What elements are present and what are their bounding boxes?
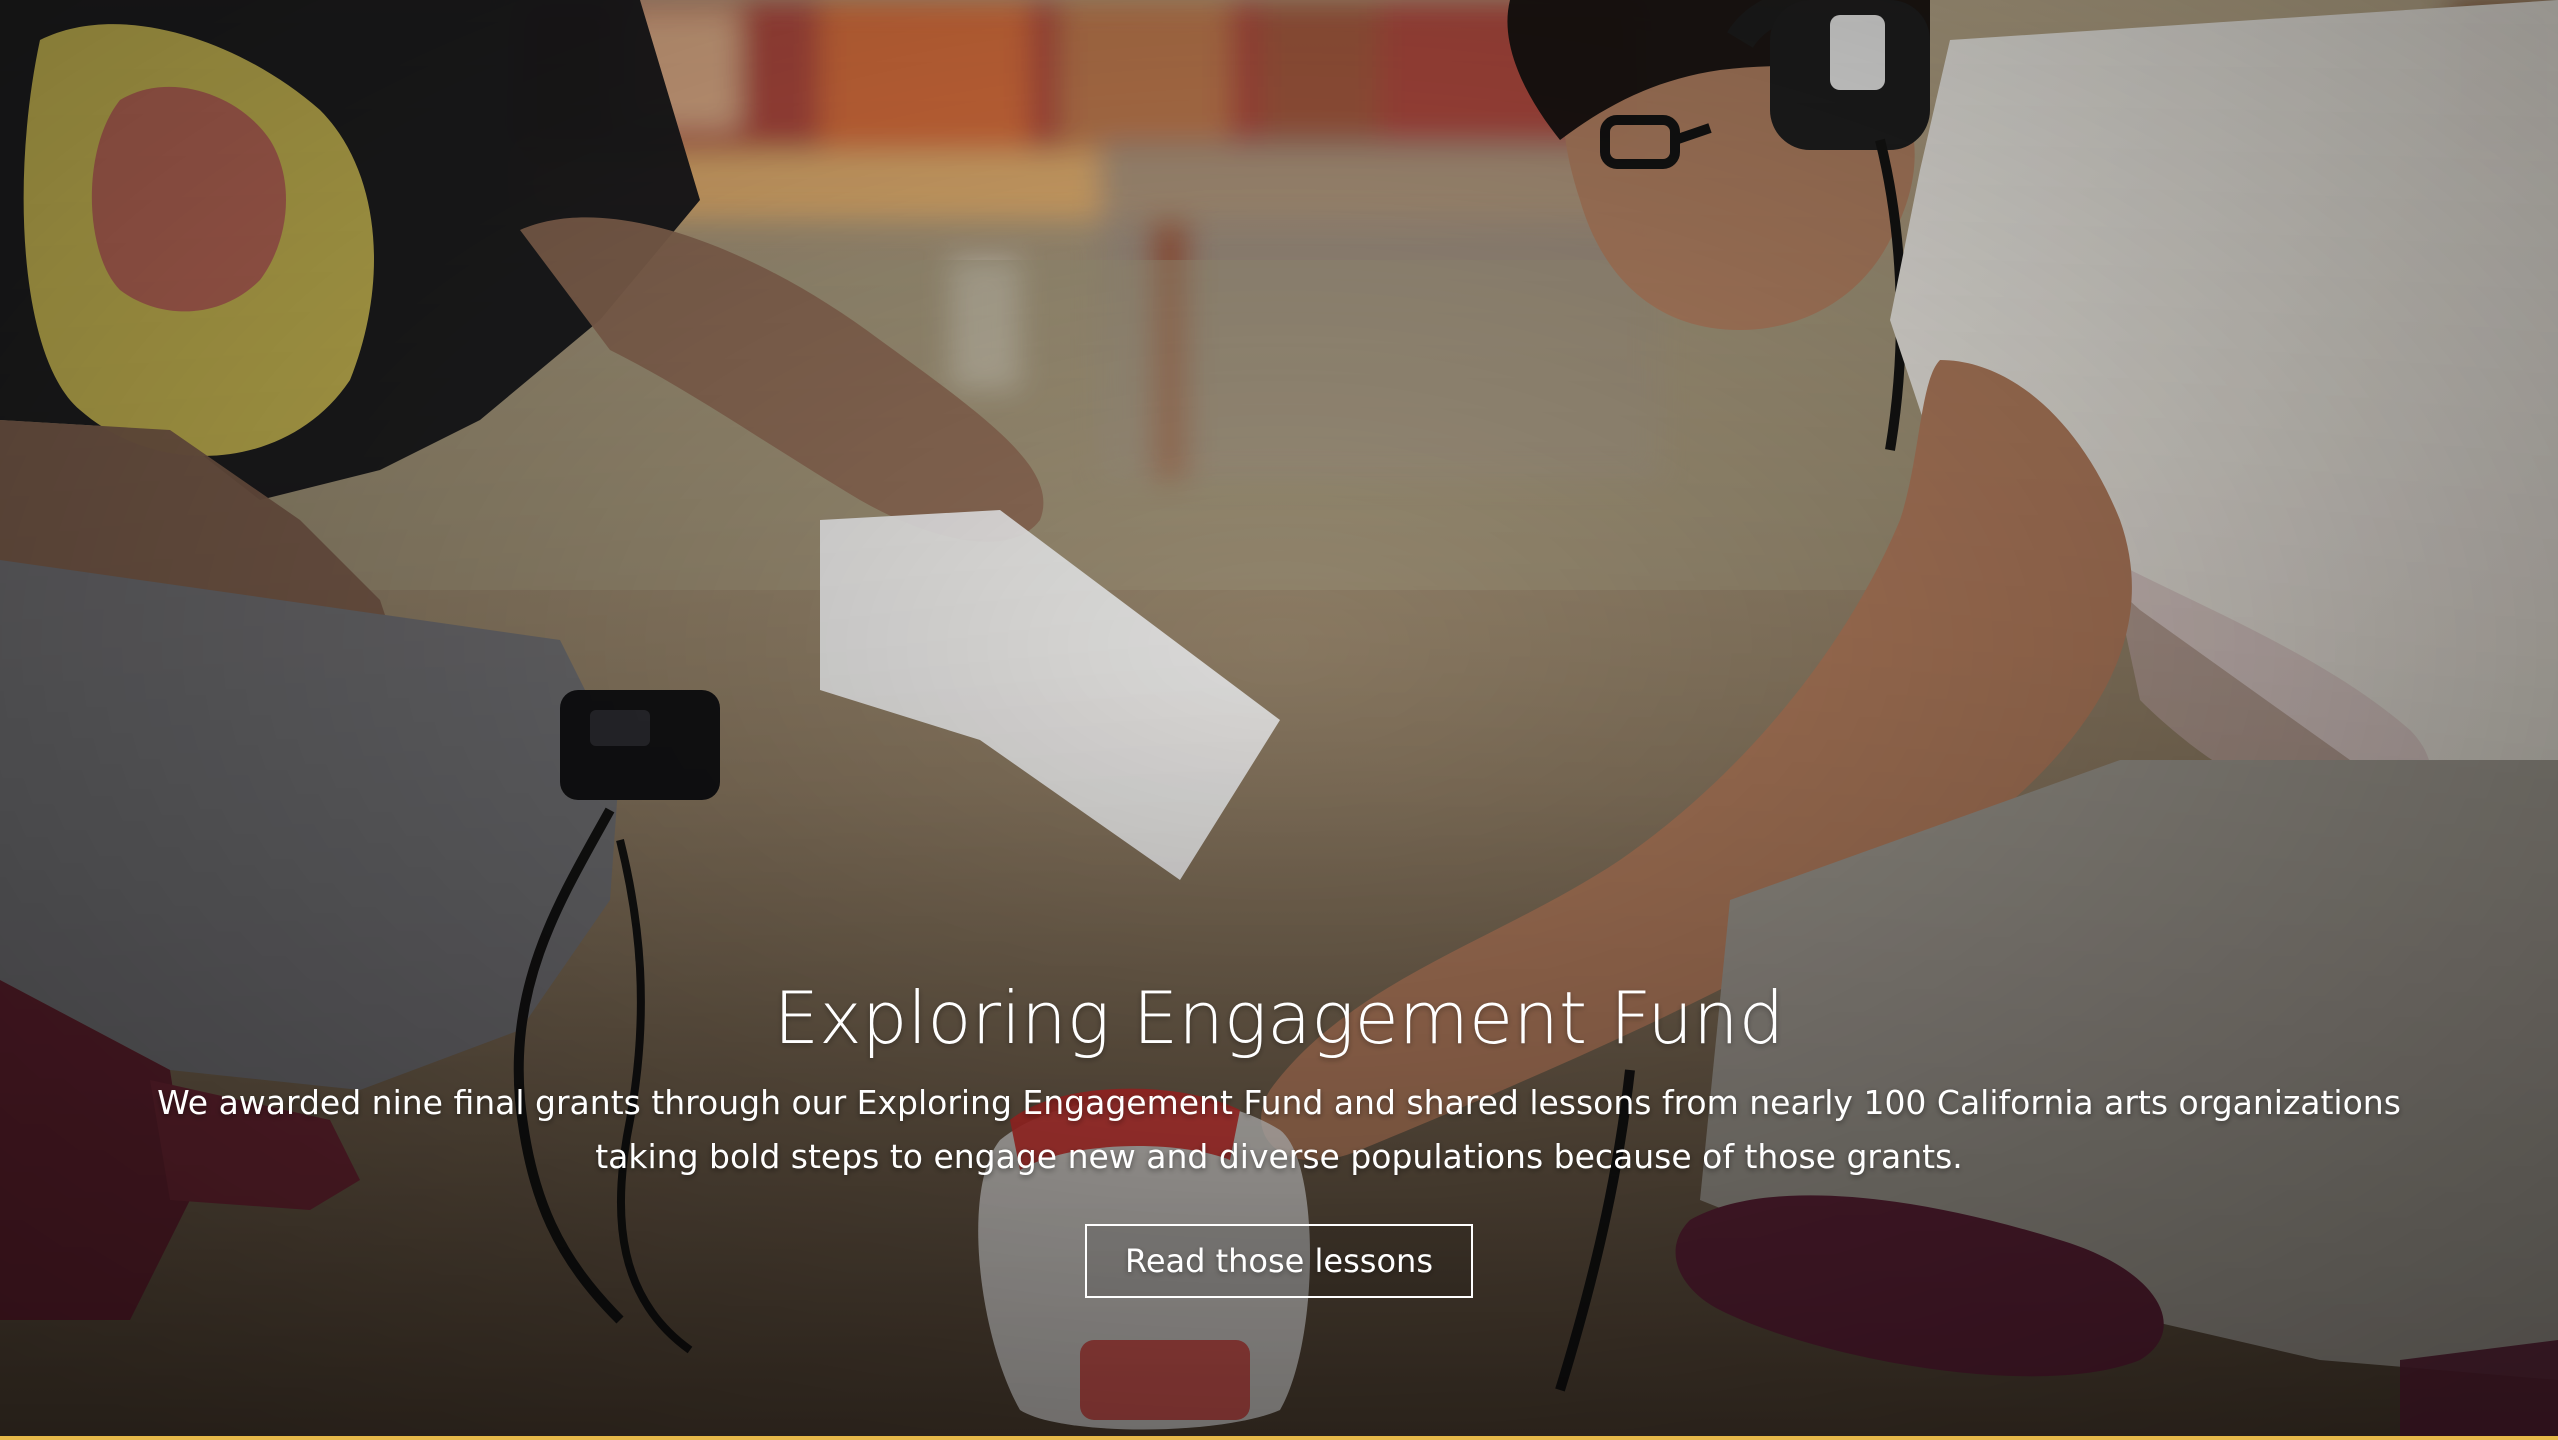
bottom-accent-strip — [0, 1436, 2558, 1440]
hero-caption: Exploring Engagement Fund We awarded nin… — [0, 970, 2558, 1298]
hero-banner: Exploring Engagement Fund We awarded nin… — [0, 0, 2558, 1436]
hero-description: We awarded nine final grants through our… — [157, 1083, 2401, 1176]
read-lessons-button[interactable]: Read those lessons — [1085, 1224, 1473, 1298]
hero-title: Exploring Engagement Fund — [773, 976, 1785, 1060]
